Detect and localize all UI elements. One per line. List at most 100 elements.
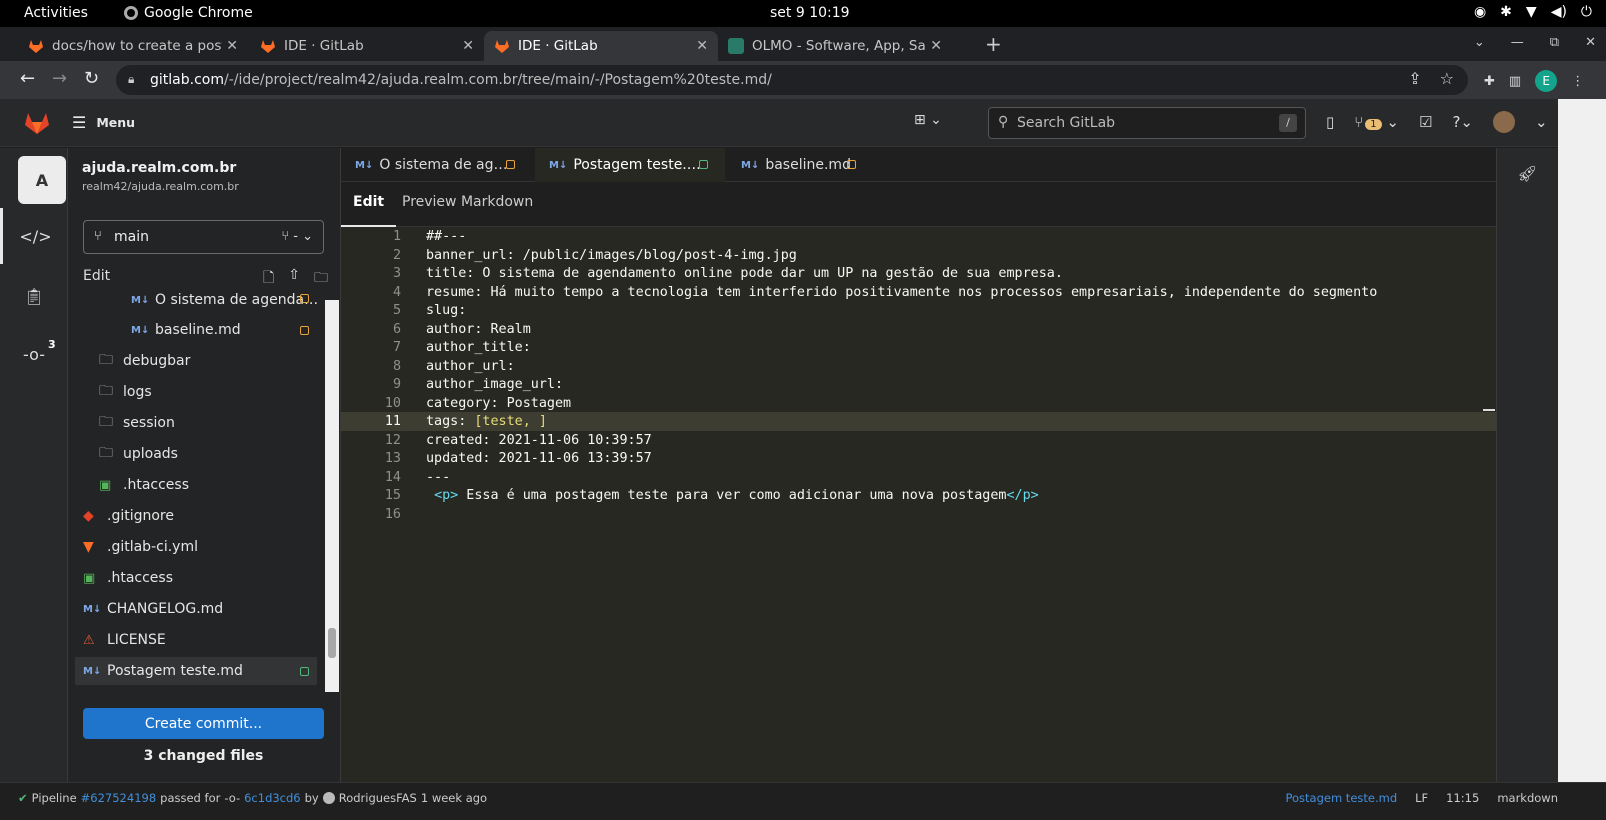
header-actions: ▯ ⑂ 1 ⌄ ☑ ?⌄ ⌄ [1326,111,1548,133]
file-tree-scrollbar[interactable] [325,300,339,692]
code-line: 12 created: 2021-11-06 10:39:57 [384,433,652,448]
markdown-icon: M↓ [355,159,374,171]
issues-icon[interactable]: ▯ [1326,113,1334,131]
bookmark-star-icon[interactable]: ☆ [1440,69,1454,88]
help-icon[interactable]: ?⌄ [1452,113,1473,131]
extensions-icon[interactable]: ✚ [1484,74,1495,89]
power-icon[interactable]: ⏻ [1581,4,1592,20]
file-tab-o-sistema[interactable]: M↓ O sistema de ag… [341,148,527,182]
new-file-icon[interactable]: 🗋︎ [263,267,274,291]
new-tab-button[interactable]: + [985,32,1002,56]
tree-item-changelog[interactable]: M↓ CHANGELOG.md [83,595,223,623]
browser-tabstrip: docs/how to create a post ✕ IDE · GitLab… [0,27,1606,61]
back-icon[interactable]: ← [20,68,35,89]
close-window-icon[interactable]: ✕ [1585,35,1596,50]
page-scrollbar[interactable] [1558,99,1606,804]
gitlab-favicon-icon [28,38,44,54]
tab-preview-markdown[interactable]: Preview Markdown [402,194,533,210]
tab-search-icon[interactable]: ⌄ [1474,35,1485,50]
profile-avatar[interactable]: E [1535,70,1558,92]
markdown-icon: M↓ [741,159,760,171]
pipeline-link[interactable]: #627524198 [81,791,157,805]
chrome-icon [124,6,138,20]
project-avatar[interactable]: A [18,156,66,204]
modified-badge-icon [300,294,309,303]
wifi-icon[interactable]: ▼ [1526,4,1537,20]
restore-icon[interactable]: ⧉ [1550,35,1559,50]
gitlab-logo-icon[interactable] [24,111,50,135]
branch-selector[interactable]: ⑂ main ⑂ - ⌄ [83,220,324,254]
commit-time: 1 week ago [420,791,488,805]
commit-author[interactable]: RodriguesFAS [339,791,417,805]
edit-mode-icon[interactable]: </> [0,208,68,264]
search-placeholder: Search GitLab [1017,115,1116,131]
pipeline-status: ✔ Pipeline #627524198 passed for -o- 6c1… [18,791,487,805]
system-tray[interactable]: ◉ ✱ ▼ ◀) ⏻ [1474,4,1592,20]
browser-tab-ide-1[interactable]: IDE · GitLab ✕ [250,31,484,61]
file-tab-baseline[interactable]: M↓ baseline.md [727,148,867,182]
browser-tab-olmo[interactable]: OLMO - Software, App, Sa ✕ [718,31,952,61]
tree-item-uploads[interactable]: 🗀︎ uploads [99,440,178,468]
forward-icon[interactable]: → [52,68,67,89]
tree-item-gitlab-ci[interactable]: ▼ .gitlab-ci.yml [83,533,198,561]
tree-item-debugbar[interactable]: 🗀︎ debugbar [99,347,190,375]
side-panel-icon[interactable]: ▥ [1509,74,1521,89]
todos-icon[interactable]: ☑ [1419,113,1432,131]
file-tab-postagem-teste[interactable]: M↓ Postagem teste.… [535,148,725,182]
new-folder-icon[interactable]: 🗀︎ [314,267,328,291]
main-menu-button[interactable]: ☰ Menu [72,113,135,132]
tree-item-o-sistema[interactable]: M↓ O sistema de agenda… [131,292,318,308]
activities-button[interactable]: Activities [24,5,88,21]
tree-item-session[interactable]: 🗀︎ session [99,409,175,437]
reload-icon[interactable]: ↻ [84,68,99,89]
new-dropdown-icon[interactable]: ⊞ ⌄ [914,112,942,128]
current-file-link[interactable]: Postagem teste.md [1285,791,1397,805]
merge-request-selector[interactable]: ⑂ - ⌄ [281,229,313,244]
upload-icon[interactable]: ⇧ [288,267,300,291]
chrome-menu-icon[interactable]: ⋮ [1571,74,1584,89]
close-icon[interactable]: ✕ [226,38,238,54]
project-path: realm42/ajuda.realm.com.br [82,180,239,193]
htaccess-file-icon: ▣ [83,570,96,586]
tree-item-gitignore[interactable]: ◆ .gitignore [83,502,174,530]
scrollbar-thumb[interactable] [328,628,336,658]
code-line: 9 author_image_url: [392,377,564,392]
address-bar[interactable]: 🔒︎ gitlab.com/-/ide/project/realm42/ajud… [116,65,1468,95]
clock[interactable]: set 9 10:19 [770,5,850,21]
commit-mode-icon[interactable]: -o- 3 [0,326,68,382]
search-input[interactable]: ⚲ Search GitLab / [988,107,1306,139]
app-menu[interactable]: Google Chrome [124,5,253,21]
tree-item-htaccess-root[interactable]: ▣ .htaccess [83,564,173,592]
gitlab-file-icon: ▼ [83,539,94,555]
modified-badge-icon [300,326,309,335]
tree-item-logs[interactable]: 🗀︎ logs [99,378,152,406]
tree-item-htaccess-nested[interactable]: ▣ .htaccess [99,471,189,499]
pipeline-label: Pipeline [31,791,77,805]
tree-item-label: .htaccess [107,570,173,586]
browser-tab-docs[interactable]: docs/how to create a post ✕ [18,31,248,61]
code-line-text: title: O sistema de agendamento online p… [426,266,1063,281]
close-icon[interactable]: ✕ [462,38,474,54]
commit-link[interactable]: 6c1d3cd6 [244,791,301,805]
slack-icon[interactable]: ✱ [1500,4,1512,20]
close-icon[interactable]: ✕ [696,38,708,54]
code-editor[interactable]: 1 ##--- 2 banner_url: /public/images/blog/… [341,227,1496,804]
browser-tab-ide-active[interactable]: IDE · GitLab ✕ [484,31,718,61]
volume-icon[interactable]: ◀) [1551,4,1567,20]
pipelines-rocket-icon[interactable]: 🚀︎ [1517,164,1537,183]
tree-item-license[interactable]: ⚠ LICENSE [83,626,166,654]
create-commit-button[interactable]: Create commit... [83,708,324,739]
chevron-down-icon[interactable]: ⌄ [1535,113,1548,131]
user-avatar[interactable] [1492,111,1515,133]
code-line-text: resume: Há muito tempo a tecnologia tem … [426,285,1378,300]
project-name[interactable]: ajuda.realm.com.br [82,160,236,176]
discord-icon[interactable]: ◉ [1474,4,1486,20]
share-icon[interactable]: ⇪ [1408,69,1421,88]
merge-requests-icon[interactable]: ⑂ 1 ⌄ [1354,113,1399,131]
review-mode-icon[interactable]: 📋︎ [0,268,68,324]
tree-item-baseline[interactable]: M↓ baseline.md [131,316,241,344]
tab-edit[interactable]: Edit [340,194,397,227]
close-icon[interactable]: ✕ [930,38,942,54]
tree-item-postagem-teste[interactable]: M↓ Postagem teste.md [75,657,317,685]
minimize-icon[interactable]: — [1511,35,1524,50]
